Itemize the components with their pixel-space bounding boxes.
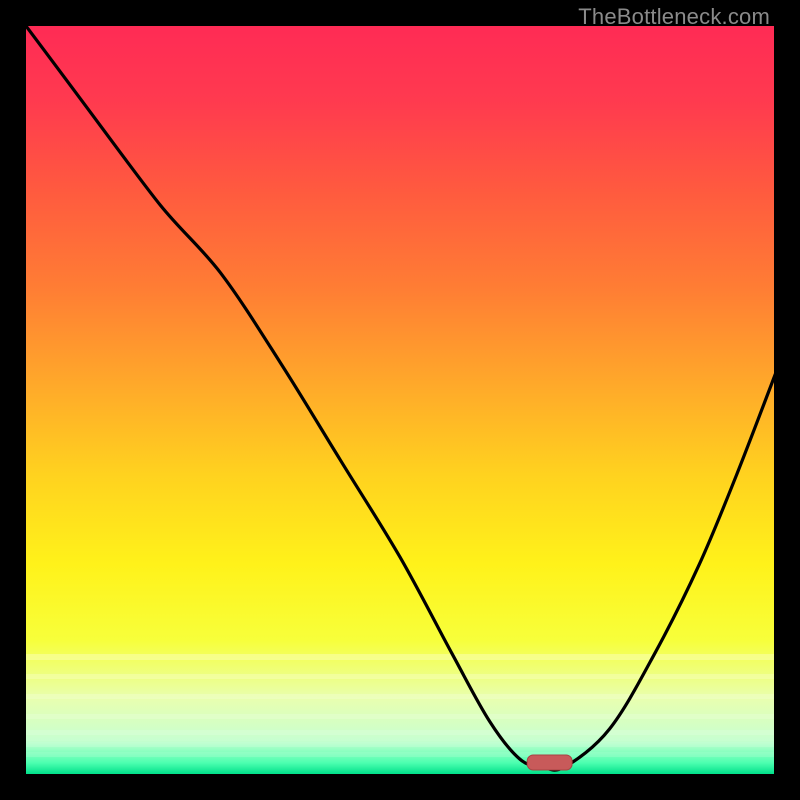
chart-frame xyxy=(26,26,774,774)
chart-svg xyxy=(26,26,774,774)
gradient-background xyxy=(26,26,774,774)
watermark-text: TheBottleneck.com xyxy=(578,4,770,30)
optimal-marker xyxy=(527,755,572,770)
